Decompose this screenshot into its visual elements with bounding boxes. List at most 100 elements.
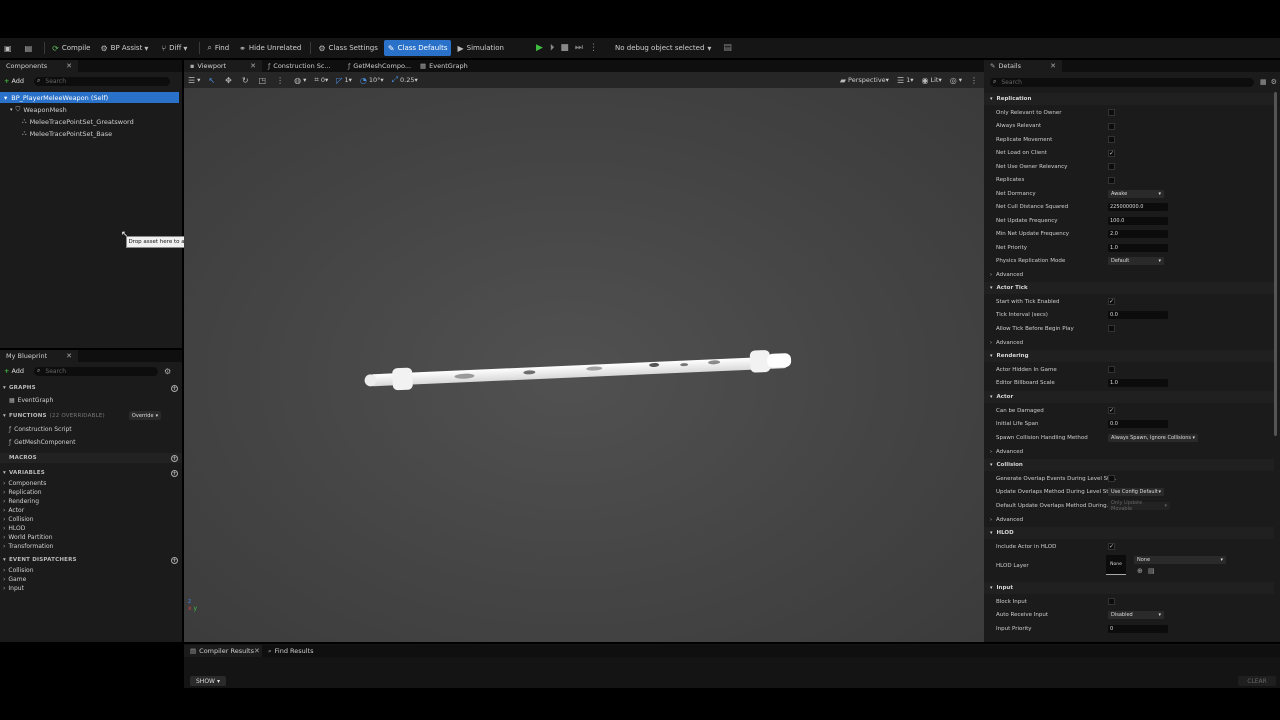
add-component-button[interactable]: + Add [0,76,28,86]
macros-header[interactable]: MACROS + [0,453,182,463]
function-item-construction-script[interactable]: ƒ Construction Script [9,426,72,433]
variable-category-rendering[interactable]: › Rendering [3,498,39,505]
checkbox-checked[interactable]: ✓ [1108,407,1115,415]
net-priority-input[interactable]: 1.0 [1108,243,1168,252]
show-dropdown[interactable]: SHOW ▾ [190,676,226,686]
add-dispatcher-icon[interactable]: + [171,556,178,564]
details-section-input[interactable]: ▾ Input [984,582,1274,594]
details-section-replication[interactable]: ▾ Replication [984,93,1274,105]
details-section-actor[interactable]: ▾ Actor [984,391,1274,403]
variables-header[interactable]: ▾ VARIABLES + [0,468,182,478]
checkbox[interactable] [1108,598,1115,606]
debug-object-select[interactable]: No debug object selected ▾ [611,40,718,56]
physics-replication-dropdown[interactable]: Default ▾ [1108,257,1164,266]
browse-asset-icon[interactable]: ▤ [1148,567,1155,575]
graph-item-eventgraph[interactable]: ▦ EventGraph [9,397,53,404]
perspective-button[interactable]: ▰ Perspective ▾ [840,76,889,85]
debug-browse-icon[interactable]: ▤ [723,43,732,53]
close-icon[interactable]: ✕ [250,62,256,70]
tree-item-weaponmesh[interactable]: ▾ ⛉ WeaponMesh [0,104,67,115]
variable-category-replication[interactable]: › Replication [3,489,42,496]
tab-viewport[interactable]: ▪ Viewport ✕ [184,60,262,72]
hlod-layer-thumbnail[interactable]: None [1106,555,1126,575]
viewport-options-icon[interactable]: ⋮ [970,76,980,85]
details-section-rendering[interactable]: ▾ Rendering [984,350,1274,362]
variable-category-collision[interactable]: › Collision [3,516,34,523]
dispatcher-category-collision[interactable]: › Collision [3,567,34,574]
clear-button[interactable]: CLEAR [1238,676,1276,686]
net-dormancy-dropdown[interactable]: Awake ▾ [1108,189,1164,198]
use-selected-icon[interactable]: ⊕ [1137,567,1143,575]
tree-item-tracepoint-base[interactable]: ⛬ MeleeTracePointSet_Base [0,128,112,139]
variable-category-hlod[interactable]: › HLOD [3,525,25,532]
save-icon[interactable]: ▣ [0,40,19,56]
add-graph-icon[interactable]: + [171,384,178,392]
class-settings-button[interactable]: ⚙ Class Settings [314,40,382,56]
scale-tool-icon[interactable]: ◳ [259,76,269,85]
diff-button[interactable]: ⑂ Diff ▾ [157,40,194,56]
menu-icon[interactable]: ☰ ▾ [188,76,200,85]
simulation-button[interactable]: ▶ Simulation [453,40,507,56]
update-overlaps-dropdown[interactable]: Use Config Default ▾ [1108,488,1164,497]
checkbox[interactable] [1108,109,1115,117]
variable-category-actor[interactable]: › Actor [3,507,24,514]
grid-snap-button[interactable]: ⌗ 0 ▾ [314,75,328,85]
tab-eventgraph[interactable]: ▦ EventGraph [414,60,484,72]
tab-construction-script[interactable]: ƒ Construction Sc... [262,60,342,72]
tab-details[interactable]: ✎ Details ✕ [984,60,1062,72]
tab-components[interactable]: Components ✕ [0,60,78,72]
replication-advanced[interactable]: › Advanced [984,268,1274,281]
step-icon[interactable]: ⏵ [550,43,555,53]
tab-compiler-results[interactable]: ▤ Compiler Results ✕ [184,645,262,657]
min-net-update-input[interactable]: 2.0 [1108,230,1168,239]
select-tool-icon[interactable]: ↖ [208,76,217,85]
details-section-actor-tick[interactable]: ▾ Actor Tick [984,282,1274,294]
viewport-canvas[interactable]: zx y [184,88,984,642]
tick-interval-input[interactable]: 0.0 [1108,311,1168,320]
net-update-frequency-input[interactable]: 100.0 [1108,216,1168,225]
variable-category-world-partition[interactable]: › World Partition [3,534,53,541]
input-priority-input[interactable]: 0 [1108,624,1168,633]
net-cull-distance-input[interactable]: 225000000.0 [1108,203,1168,212]
add-macro-icon[interactable]: + [171,454,178,462]
camera-speed-button[interactable]: ☰ 1▾ [897,76,914,85]
scale-snap-button[interactable]: ⤢ 0.25 ▾ [392,75,418,85]
dispatcher-category-game[interactable]: › Game [3,576,26,583]
table-view-icon[interactable]: ▦ [1260,78,1267,86]
lit-button[interactable]: ◉ Lit ▾ [922,76,942,85]
close-icon[interactable]: ✕ [254,647,260,655]
hide-unrelated-button[interactable]: ⚭ Hide Unrelated [235,40,305,56]
close-icon[interactable]: ✕ [66,352,72,360]
tab-getmeshcomponent[interactable]: ƒ GetMeshCompo... [342,60,414,72]
class-defaults-button[interactable]: ✎ Class Defaults [383,40,452,56]
more-tools-icon[interactable]: ⋮ [276,76,286,85]
life-span-input[interactable]: 0.0 [1108,420,1168,429]
collision-advanced[interactable]: › Advanced [984,513,1274,526]
actor-advanced[interactable]: › Advanced [984,445,1274,458]
graphs-header[interactable]: ▾ GRAPHS + [0,383,182,393]
more-options-icon[interactable]: ⋮ [589,43,598,53]
checkbox[interactable] [1108,163,1115,171]
checkbox[interactable] [1108,366,1115,374]
checkbox[interactable] [1108,122,1115,130]
my-blueprint-search-input[interactable]: ⌕ Search [34,366,159,376]
details-search-input[interactable]: ⌕ Search [990,77,1254,87]
checkbox-checked[interactable]: ✓ [1108,298,1115,306]
compile-button[interactable]: ⟳ Compile [48,40,94,56]
hlod-layer-dropdown[interactable]: None ▾ [1134,556,1226,564]
rotate-tool-icon[interactable]: ↻ [242,76,251,85]
stop-icon[interactable]: ■ [560,43,569,53]
transform-space-icon[interactable]: ◍ ▾ [294,76,306,85]
variable-category-components[interactable]: › Components [3,480,46,487]
gear-icon[interactable]: ⚙ [1271,78,1277,86]
variable-category-transformation[interactable]: › Transformation [3,543,53,550]
override-dropdown[interactable]: Override ▾ [129,411,161,420]
bp-assist-button[interactable]: ⚙ BP Assist ▾ [96,40,155,56]
checkbox[interactable] [1108,325,1115,333]
find-button[interactable]: ⌕ Find [203,40,233,56]
tree-item-tracepoint-greatsword[interactable]: ⛬ MeleeTracePointSet_Greatsword [0,116,134,127]
details-section-hlod[interactable]: ▾ HLOD [984,527,1274,539]
checkbox-checked[interactable]: ✓ [1108,149,1115,157]
spawn-collision-dropdown[interactable]: Always Spawn, Ignore Collisions ▾ [1108,433,1198,442]
gear-icon[interactable]: ⚙ [164,367,171,376]
